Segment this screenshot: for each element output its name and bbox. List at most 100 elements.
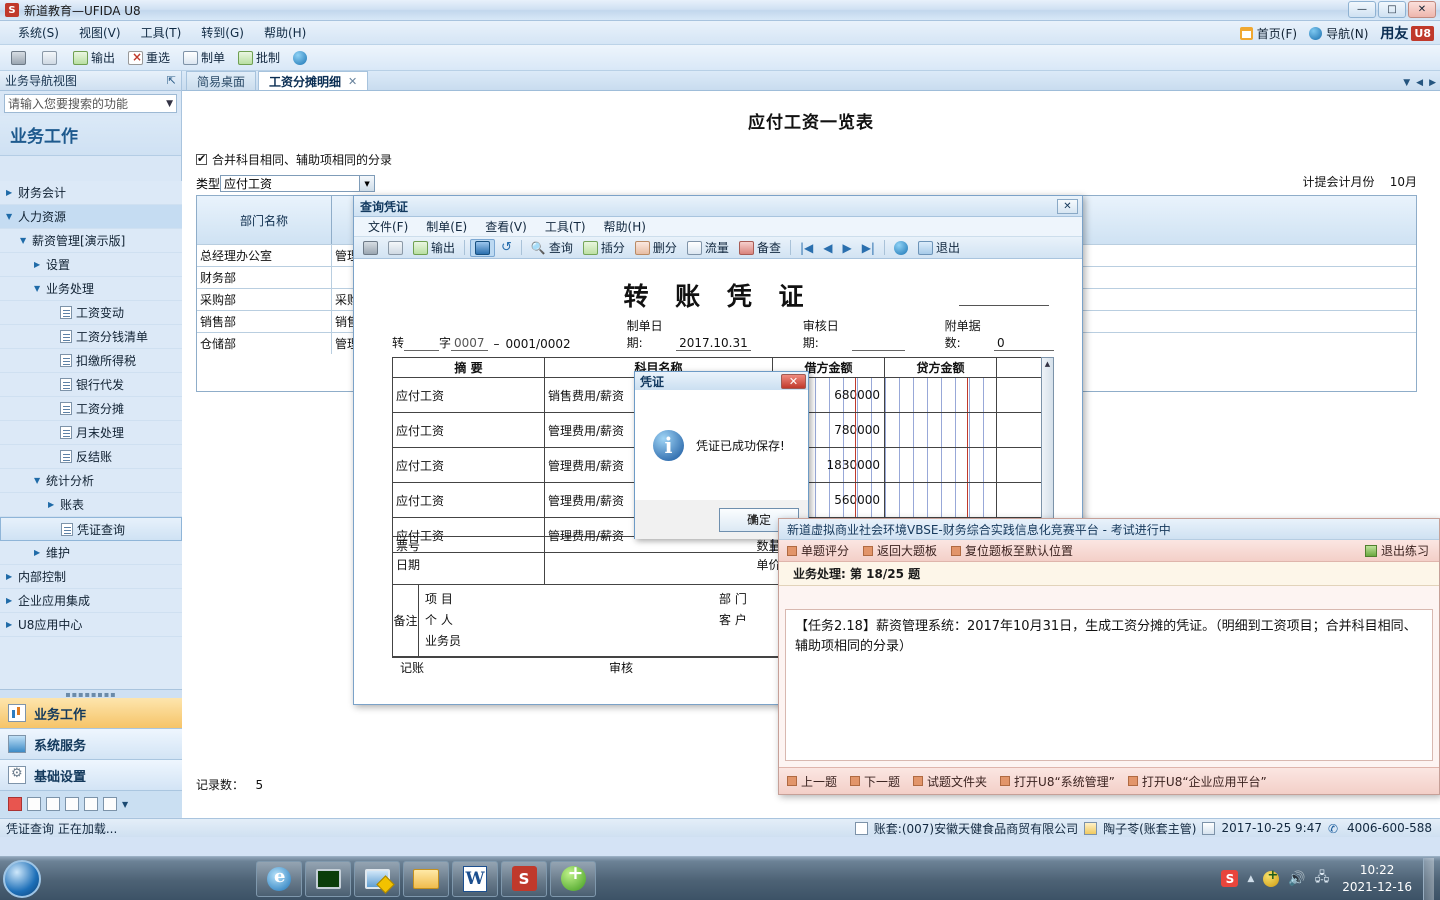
voucher-menu-tools[interactable]: 工具(T) [537,217,594,236]
chevron-right-icon[interactable] [6,188,18,197]
taskbar-terminal-button[interactable] [305,860,351,897]
voucher-print-button[interactable] [359,240,382,256]
taskbar-green-button[interactable] [550,860,596,897]
voucher-menu-make[interactable]: 制单(E) [418,217,475,236]
voucher-help-button[interactable] [890,240,912,256]
toolbar-export-button[interactable]: 输出 [68,47,120,68]
sidebar-tree-item[interactable]: U8应用中心 [0,613,182,637]
volume-icon[interactable]: 🔊 [1288,871,1305,887]
menu-tools[interactable]: 工具(T) [131,22,192,43]
menu-help[interactable]: 帮助(H) [254,22,316,43]
minimize-button[interactable]: — [1348,1,1376,18]
sidebar-tree-item[interactable]: 反结账 [0,445,182,469]
nav-link[interactable]: 导航(N) [1309,25,1368,42]
panel-grip[interactable]: ▪▪▪▪▪▪▪▪ [0,690,182,699]
sogou-icon[interactable]: S [1221,870,1239,887]
voucher-close-button[interactable]: ✕ [1057,198,1078,214]
taskbar-monitor-button[interactable] [354,860,400,897]
vbse-score-button[interactable]: 单题评分 [787,542,849,559]
close-button[interactable]: ✕ [1408,1,1436,18]
close-icon[interactable]: ✕ [348,75,357,88]
toolbar-batch-button[interactable]: 批制 [233,47,285,68]
dialog-close-button[interactable]: ✕ [781,373,806,389]
toolbar-reselect-button[interactable]: 重选 [123,47,175,68]
voucher-attach-value[interactable]: 0 [994,336,1055,351]
chevron-right-icon[interactable] [6,596,18,605]
chevron-down-icon[interactable] [20,236,32,245]
merge-checkbox-row[interactable]: 合并科目相同、辅助项相同的分录 [196,151,1440,168]
tab-simple-desktop[interactable]: 简易桌面 [186,71,257,90]
voucher-scrollbar[interactable]: ▲ [1041,357,1054,537]
sidebar-tree-item[interactable]: 薪资管理[演示版] [0,229,182,253]
arrow-up-icon[interactable]: ▲ [1247,874,1254,884]
voucher-first-button[interactable]: |◀ [796,240,817,256]
voucher-menu-help[interactable]: 帮助(H) [596,217,654,236]
toolbar-print-button[interactable] [6,49,34,67]
voucher-flow-button[interactable]: 流量 [683,238,733,257]
voucher-preview-button[interactable] [384,240,407,256]
sidebar-tree-item[interactable]: 月末处理 [0,421,182,445]
sidebar-tree-item[interactable]: 业务处理 [0,277,182,301]
vbse-exit-button[interactable]: 退出练习 [1364,542,1429,559]
voucher-menu-file[interactable]: 文件(F) [360,217,416,236]
shield-icon[interactable] [1263,868,1280,887]
vbse-open-platform-button[interactable]: 打开U8“企业应用平台” [1127,773,1267,790]
grid-icon[interactable] [46,797,60,811]
voucher-last-button[interactable]: ▶| [858,240,879,256]
vbse-reset-button[interactable]: 复位题板至默认位置 [951,542,1073,559]
chevron-right-icon[interactable] [34,548,46,557]
voucher-search-button[interactable]: 🔍 查询 [527,238,577,257]
home-link[interactable]: 首页(F) [1239,25,1297,42]
taskbar-u8-button[interactable]: S [501,860,547,897]
chevron-down-icon[interactable]: ▼ [359,176,375,191]
menu-system[interactable]: 系统(S) [8,22,69,43]
sidebar-tree-item[interactable]: 财务会计 [0,181,182,205]
chevron-right-icon[interactable] [6,572,18,581]
menu-view[interactable]: 视图(V) [69,22,131,43]
voucher-delete-split-button[interactable]: 删分 [631,238,681,257]
sidebar-tree-item[interactable]: 扣缴所得税 [0,349,182,373]
taskbar-word-button[interactable]: W [452,860,498,897]
voucher-prev-button[interactable]: ◀ [819,240,836,256]
tab-next-icon[interactable]: ▶ [1429,78,1436,88]
voucher-export-button[interactable]: 输出 [409,238,459,257]
export-small-icon[interactable] [103,797,117,811]
type-select[interactable]: 应付工资 ▼ [220,175,376,192]
pin-icon[interactable]: ⇱ [167,74,176,87]
chevron-down-icon[interactable] [6,212,18,221]
taskbar-ie-button[interactable] [256,860,302,897]
sidebar-tree-item[interactable]: 统计分析 [0,469,182,493]
voucher-number[interactable]: 0007 [450,336,488,351]
vbse-folder-button[interactable]: 试题文件夹 [913,773,987,790]
vbse-next-question-button[interactable]: 下一题 [850,773,900,790]
sidebar-tree-item[interactable]: 人力资源 [0,205,182,229]
sidebar-tree-item[interactable]: 银行代发 [0,373,182,397]
sidebar-tree-item[interactable]: 账表 [0,493,182,517]
chevron-right-icon[interactable] [48,500,60,509]
voucher-undo-button[interactable]: ↺ [497,239,516,256]
chevron-down-icon[interactable]: ▼ [166,99,173,109]
org-icon[interactable] [65,797,79,811]
vbse-open-sysmgmt-button[interactable]: 打开U8“系统管理” [1000,773,1115,790]
start-button[interactable] [3,859,41,898]
show-desktop-button[interactable] [1423,857,1434,900]
toolbar-help-button[interactable] [288,49,312,67]
voucher-save-button[interactable] [470,238,496,257]
voucher-next-button[interactable]: ▶ [838,240,855,256]
voucher-memo-button[interactable]: 备查 [735,238,785,257]
taskbar-clock[interactable]: 10:22 2021-12-16 [1342,862,1412,894]
sidebar-item-business-work[interactable]: 业务工作 [0,698,182,729]
sidebar-tree-item[interactable]: 内部控制 [0,565,182,589]
maximize-button[interactable]: □ [1378,1,1406,18]
vbse-back-button[interactable]: 返回大题板 [863,542,937,559]
toolbar-voucher-button[interactable]: 制单 [178,47,230,68]
sidebar-item-system-service[interactable]: 系统服务 [0,729,182,760]
chevron-down-icon[interactable] [34,284,46,293]
sidebar-tree-item[interactable]: 工资分钱清单 [0,325,182,349]
vbse-prev-question-button[interactable]: 上一题 [787,773,837,790]
menu-goto[interactable]: 转到(G) [191,22,254,43]
chevron-right-icon[interactable] [34,260,46,269]
copy-icon[interactable] [84,797,98,811]
scroll-up-icon[interactable]: ▲ [1042,358,1053,370]
voucher-audit-date[interactable] [852,338,905,351]
